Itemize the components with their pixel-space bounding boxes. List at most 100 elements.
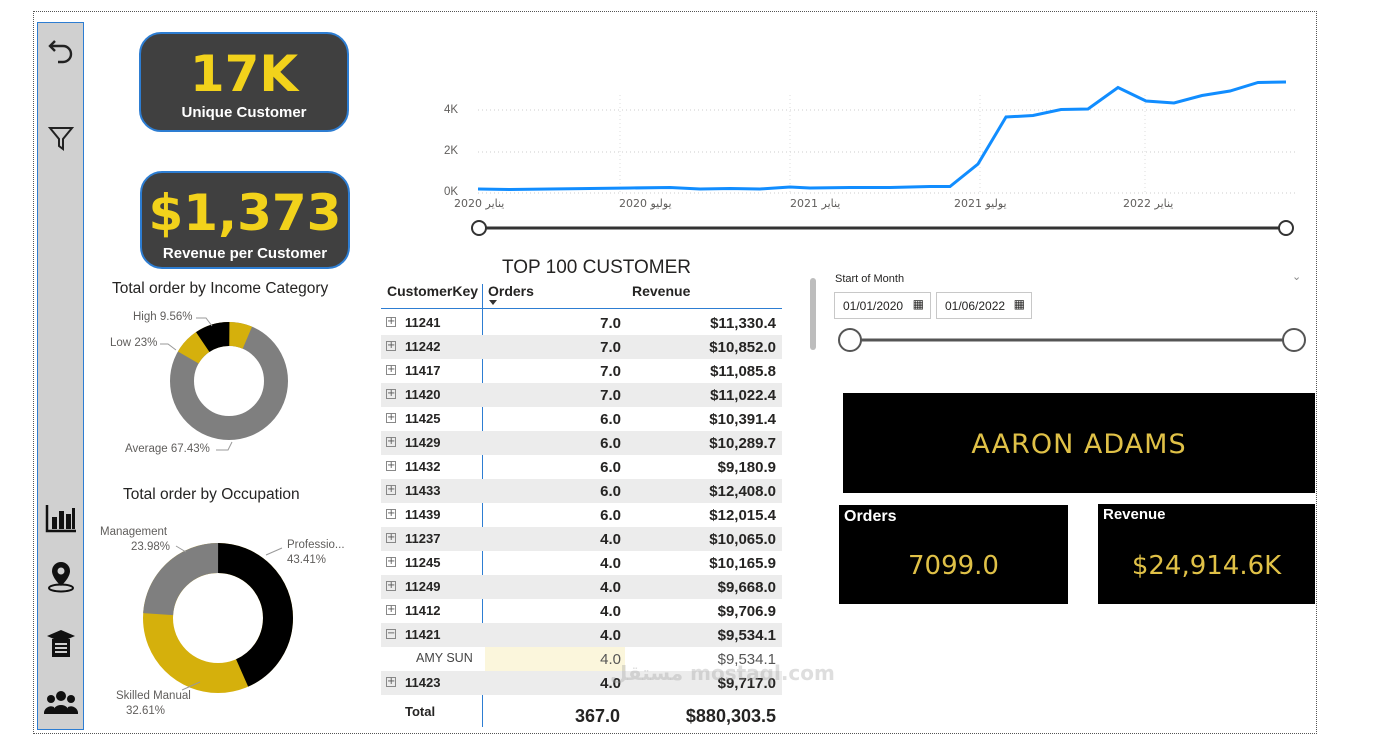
x-tick-4: يوليو 2021 <box>954 197 1007 210</box>
total-orders: 367.0 <box>574 706 620 726</box>
revenue-value: $9,180.9 <box>717 459 776 476</box>
occupation-label-skilled-manual: Skilled Manual 32.61% <box>116 690 191 717</box>
expand-icon[interactable]: + <box>386 389 396 399</box>
unique-customer-label: Unique Customer <box>181 104 307 121</box>
customer-key: 11433 <box>405 483 441 498</box>
orders-card-value: 7099.0 <box>908 551 999 581</box>
orders-value: 4.0 <box>600 627 621 644</box>
customer-key: 11241 <box>405 315 441 330</box>
table-row[interactable]: +11412 4.0 $9,706.9 <box>381 599 782 623</box>
expand-icon[interactable]: + <box>386 485 396 495</box>
unique-customer-value: 17K <box>189 45 299 103</box>
orders-value: 6.0 <box>600 459 621 476</box>
calendar-icon[interactable]: ▦ <box>913 297 924 311</box>
calendar-icon[interactable]: ▦ <box>1014 297 1025 311</box>
table-row[interactable]: +11241 7.0 $11,330.4 <box>381 311 782 335</box>
expand-icon[interactable]: + <box>386 437 396 447</box>
orders-value: 7.0 <box>600 363 621 380</box>
revenue-value: $12,408.0 <box>709 483 776 500</box>
customer-key: 11432 <box>405 459 441 474</box>
end-date-input[interactable]: 01/06/2022 ▦ <box>936 292 1032 319</box>
expand-icon[interactable]: + <box>386 533 396 543</box>
column-header-customerkey[interactable]: CustomerKey <box>387 283 478 299</box>
x-tick-2: يوليو 2020 <box>619 197 672 210</box>
expand-icon[interactable]: + <box>386 413 396 423</box>
date-range-start-handle[interactable] <box>471 220 487 236</box>
table-scrollbar[interactable] <box>810 278 816 350</box>
income-label-high: High 9.56% <box>133 311 193 323</box>
y-tick-4k: 4K <box>444 104 459 116</box>
column-header-orders[interactable]: Orders <box>488 283 534 299</box>
orders-value: 4.0 <box>600 555 621 572</box>
orders-value: 4.0 <box>600 579 621 596</box>
date-range-end-handle[interactable] <box>1278 220 1294 236</box>
orders-value: 6.0 <box>600 483 621 500</box>
expand-icon[interactable]: + <box>386 509 396 519</box>
table-title: TOP 100 CUSTOMER <box>502 257 692 278</box>
slicer-end-handle[interactable] <box>1282 328 1306 352</box>
revenue-value: $10,391.4 <box>709 411 776 428</box>
orders-value: 7.0 <box>600 387 621 404</box>
customer-key: AMY SUN <box>416 651 473 665</box>
chevron-down-icon[interactable]: ⌄ <box>1292 270 1301 283</box>
start-date-input[interactable]: 01/01/2020 ▦ <box>834 292 931 319</box>
table-row[interactable]: +11242 7.0 $10,852.0 <box>381 335 782 359</box>
expand-icon[interactable]: + <box>386 365 396 375</box>
expand-icon[interactable]: + <box>386 557 396 567</box>
dashboard-page: 17K Unique Customer $1,373 Revenue per C… <box>0 0 1376 738</box>
people-group-icon[interactable] <box>44 686 78 720</box>
total-revenue: $880,303.5 <box>685 706 776 726</box>
table-row[interactable]: +11429 6.0 $10,289.7 <box>381 431 782 455</box>
header-divider <box>381 308 782 309</box>
bar-chart-icon[interactable] <box>44 501 78 535</box>
filter-icon[interactable] <box>44 121 78 155</box>
table-row[interactable]: +11245 4.0 $10,165.9 <box>381 551 782 575</box>
customer-key: 11412 <box>405 603 441 618</box>
orders-line-series[interactable] <box>477 80 1287 192</box>
customer-key: 11421 <box>405 627 441 642</box>
customer-key: 11429 <box>405 435 441 450</box>
revenue-value: $11,330.4 <box>710 315 776 332</box>
column-header-revenue[interactable]: Revenue <box>632 283 690 299</box>
graduation-cap-icon[interactable] <box>44 626 78 660</box>
revenue-value: $11,022.4 <box>710 387 776 404</box>
x-tick-3: يناير 2021 <box>790 197 841 210</box>
revenue-value: $9,706.9 <box>717 603 776 620</box>
revenue-per-customer-card: $1,373 Revenue per Customer <box>140 171 350 269</box>
income-chart-title: Total order by Income Category <box>112 280 329 297</box>
table-row[interactable]: +11420 7.0 $11,022.4 <box>381 383 782 407</box>
collapse-icon[interactable]: − <box>386 629 396 639</box>
revenue-value: $9,668.0 <box>717 579 776 596</box>
orders-value: 7.0 <box>600 339 621 356</box>
customer-key: 11237 <box>405 531 441 546</box>
table-row[interactable]: +11433 6.0 $12,408.0 <box>381 479 782 503</box>
customer-key: 11425 <box>405 411 441 426</box>
revenue-value: $10,165.9 <box>709 555 776 572</box>
revenue-value: $10,852.0 <box>709 339 776 356</box>
table-row[interactable]: +11417 7.0 $11,085.8 <box>381 359 782 383</box>
orders-value: 7.0 <box>600 315 621 332</box>
expand-icon[interactable]: + <box>386 461 396 471</box>
expand-icon[interactable]: + <box>386 605 396 615</box>
expand-icon[interactable]: + <box>386 677 396 687</box>
slicer-start-handle[interactable] <box>838 328 862 352</box>
orders-value: 6.0 <box>600 507 621 524</box>
back-arrow-icon[interactable] <box>44 33 78 67</box>
table-row[interactable]: +11237 4.0 $10,065.0 <box>381 527 782 551</box>
revenue-value: $10,289.7 <box>709 435 776 452</box>
unique-customer-card: 17K Unique Customer <box>139 32 349 132</box>
table-row[interactable]: +11425 6.0 $10,391.4 <box>381 407 782 431</box>
revenue-card-value: $24,914.6K <box>1131 551 1282 581</box>
expand-icon[interactable]: + <box>386 317 396 327</box>
customer-key: 11417 <box>405 363 441 378</box>
orders-value: 6.0 <box>600 435 621 452</box>
location-pin-icon[interactable] <box>44 559 78 593</box>
orders-card-label: Orders <box>844 508 897 525</box>
expand-icon[interactable]: + <box>386 581 396 591</box>
orders-card: Orders 7099.0 <box>839 505 1068 604</box>
table-row[interactable]: +11432 6.0 $9,180.9 <box>381 455 782 479</box>
table-row[interactable]: −11421 4.0 $9,534.1 <box>381 623 782 647</box>
table-row[interactable]: +11249 4.0 $9,668.0 <box>381 575 782 599</box>
table-row[interactable]: +11439 6.0 $12,015.4 <box>381 503 782 527</box>
expand-icon[interactable]: + <box>386 341 396 351</box>
